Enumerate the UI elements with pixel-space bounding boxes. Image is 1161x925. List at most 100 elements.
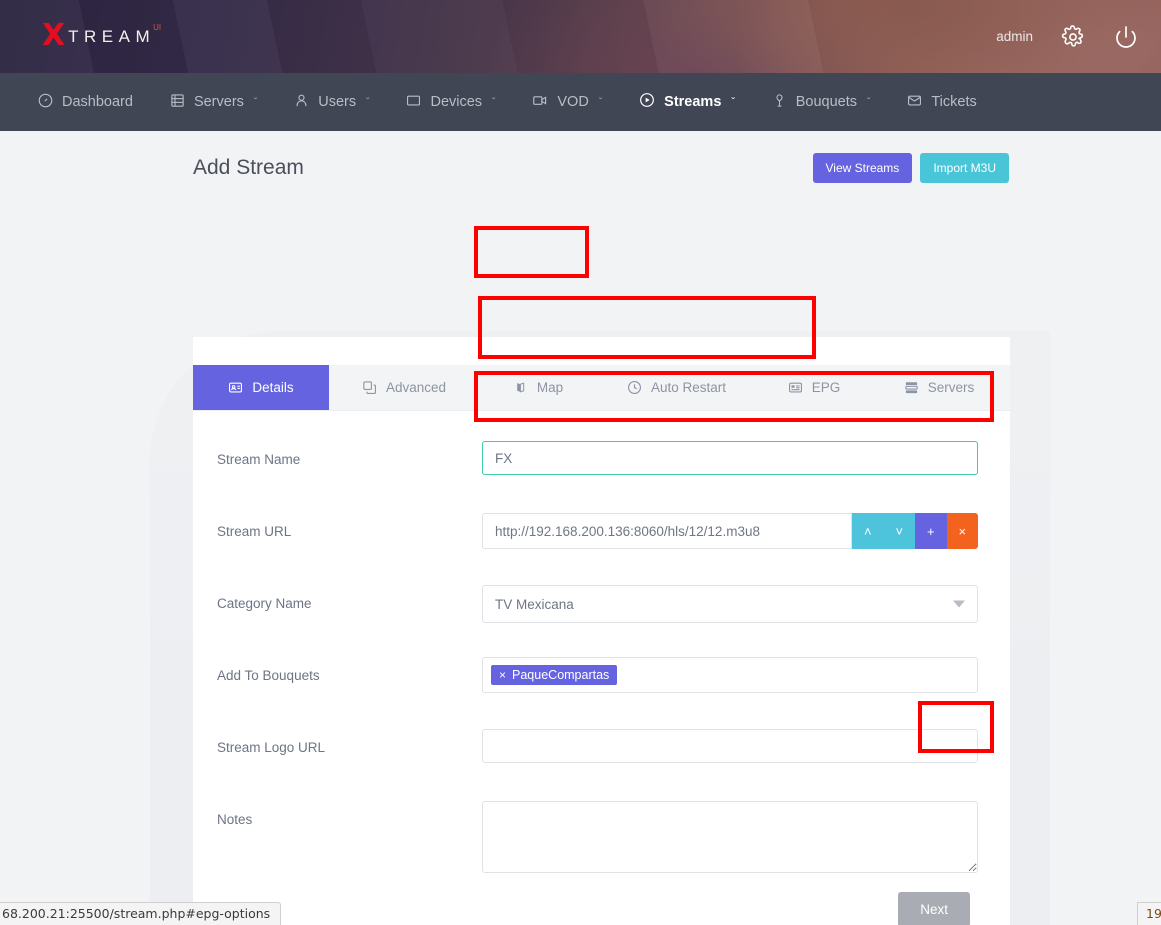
server-icon — [904, 380, 919, 395]
tab-details[interactable]: Details — [193, 365, 329, 410]
stream-name-control — [482, 441, 978, 475]
user-icon — [294, 93, 309, 112]
nav-label: Bouquets — [796, 94, 857, 110]
browser-status-bar: 68.200.21:25500/stream.php#epg-options — [0, 902, 281, 925]
field-row-stream-logo-url: Stream Logo URL — [217, 729, 978, 801]
nav-item-vod[interactable]: VOD ˇ — [532, 93, 602, 112]
stream-url-control: ˄ ˅ + × — [482, 513, 978, 549]
stream-name-input[interactable] — [482, 441, 978, 475]
field-row-add-to-bouquets: Add To Bouquets × PaqueCompartas — [217, 657, 978, 729]
bouquet-tag-label: PaqueCompartas — [512, 668, 609, 682]
view-streams-button[interactable]: View Streams — [813, 153, 913, 183]
nav-label: Dashboard — [62, 94, 133, 110]
nav-item-bouquets[interactable]: Bouquets ˇ — [772, 93, 871, 112]
stream-logo-url-label: Stream Logo URL — [217, 729, 482, 755]
current-user-label[interactable]: admin — [996, 29, 1033, 44]
chevron-down-icon — [953, 601, 965, 608]
notes-textarea[interactable] — [482, 801, 978, 873]
form-actions: Next — [217, 878, 978, 925]
nav-label: VOD — [557, 94, 588, 110]
stream-logo-url-input[interactable] — [482, 729, 978, 763]
stream-url-input-group: ˄ ˅ + × — [482, 513, 978, 549]
card-top-spacer — [193, 337, 1010, 365]
stream-url-input[interactable] — [482, 513, 852, 549]
remove-url-button[interactable]: × — [947, 513, 978, 549]
field-row-notes: Notes — [217, 801, 978, 878]
tab-label: Details — [252, 380, 293, 395]
header-banner: X TREAM UI admin — [0, 0, 1161, 73]
play-circle-icon — [639, 92, 655, 112]
tab-advanced[interactable]: Advanced — [329, 365, 479, 410]
content-area: Add Stream View Streams Import M3U — [0, 131, 1161, 925]
dashboard-icon — [38, 93, 53, 112]
clock-icon — [627, 380, 642, 395]
tab-auto-restart[interactable]: Auto Restart — [599, 365, 754, 410]
import-m3u-button[interactable]: Import M3U — [920, 153, 1009, 183]
device-icon — [406, 93, 421, 112]
tab-map[interactable]: Map — [479, 365, 599, 410]
map-icon — [515, 380, 528, 395]
servers-icon — [170, 93, 185, 112]
nav-label: Users — [318, 94, 356, 110]
field-row-category-name: Category Name TV Mexicana — [217, 585, 978, 657]
logo-wordmark: TREAM — [68, 28, 155, 45]
gear-icon[interactable] — [1060, 24, 1086, 50]
page-title: Add Stream — [193, 156, 304, 180]
nav-label: Servers — [194, 94, 244, 110]
stream-tabs: Details Advanced — [193, 365, 1010, 411]
bouquet-tag[interactable]: × PaqueCompartas — [491, 665, 617, 685]
stream-details-form: Stream Name Stream URL ˄ ˅ + × — [193, 411, 1010, 925]
chevron-down-icon: ˇ — [366, 97, 369, 108]
tab-label: Map — [537, 380, 563, 395]
page-header: Add Stream View Streams Import M3U — [0, 131, 1161, 183]
add-url-button[interactable]: + — [915, 513, 946, 549]
next-button[interactable]: Next — [898, 892, 970, 925]
category-name-label: Category Name — [217, 585, 482, 611]
tab-epg[interactable]: EPG — [754, 365, 874, 410]
field-row-stream-name: Stream Name — [217, 441, 978, 513]
nav-label: Tickets — [931, 94, 976, 110]
category-name-control: TV Mexicana — [482, 585, 978, 623]
main-navigation: Dashboard Servers ˇ Users ˇ — [0, 73, 1161, 131]
chevron-down-icon: ˇ — [731, 97, 734, 108]
stream-logo-url-control — [482, 729, 978, 763]
field-row-stream-url: Stream URL ˄ ˅ + × — [217, 513, 978, 585]
epg-icon — [788, 380, 803, 395]
nav-item-devices[interactable]: Devices ˇ — [406, 93, 495, 112]
nav-item-streams[interactable]: Streams ˇ — [639, 92, 735, 112]
tab-label: Advanced — [386, 380, 446, 395]
bouquet-icon — [772, 93, 787, 112]
browser-status-right: 192 — [1137, 902, 1161, 925]
chevron-down-icon: ˇ — [492, 97, 495, 108]
nav-item-dashboard[interactable]: Dashboard — [38, 93, 133, 112]
header-actions: admin — [996, 0, 1139, 73]
add-to-bouquets-label: Add To Bouquets — [217, 657, 482, 683]
brand-logo[interactable]: X TREAM UI — [42, 21, 161, 51]
tab-servers[interactable]: Servers — [874, 365, 1004, 410]
stream-url-label: Stream URL — [217, 513, 482, 539]
nav-item-servers[interactable]: Servers ˇ — [170, 93, 257, 112]
mail-icon — [907, 93, 922, 112]
chevron-down-icon: ˇ — [254, 97, 257, 108]
nav-item-users[interactable]: Users ˇ — [294, 93, 369, 112]
power-icon[interactable] — [1113, 24, 1139, 50]
page-header-actions: View Streams Import M3U — [813, 153, 1010, 183]
bouquets-tag-input[interactable]: × PaqueCompartas — [482, 657, 978, 693]
move-up-button[interactable]: ˄ — [852, 513, 883, 549]
stream-name-label: Stream Name — [217, 441, 482, 467]
category-name-select[interactable]: TV Mexicana — [482, 585, 978, 623]
remove-tag-icon[interactable]: × — [499, 668, 506, 682]
add-stream-card: Details Advanced — [193, 337, 1010, 925]
chevron-down-icon: ˇ — [599, 97, 602, 108]
logo-superscript: UI — [153, 23, 161, 32]
nav-item-tickets[interactable]: Tickets — [907, 93, 976, 112]
logo-x-mark: X — [42, 21, 65, 51]
nav-label: Streams — [664, 94, 721, 110]
add-to-bouquets-control: × PaqueCompartas — [482, 657, 978, 693]
notes-control — [482, 801, 978, 878]
notes-label: Notes — [217, 801, 482, 827]
move-down-button[interactable]: ˅ — [884, 513, 915, 549]
category-name-value: TV Mexicana — [495, 597, 574, 612]
app-root: X TREAM UI admin — [0, 0, 1161, 925]
tab-label: Servers — [928, 380, 975, 395]
